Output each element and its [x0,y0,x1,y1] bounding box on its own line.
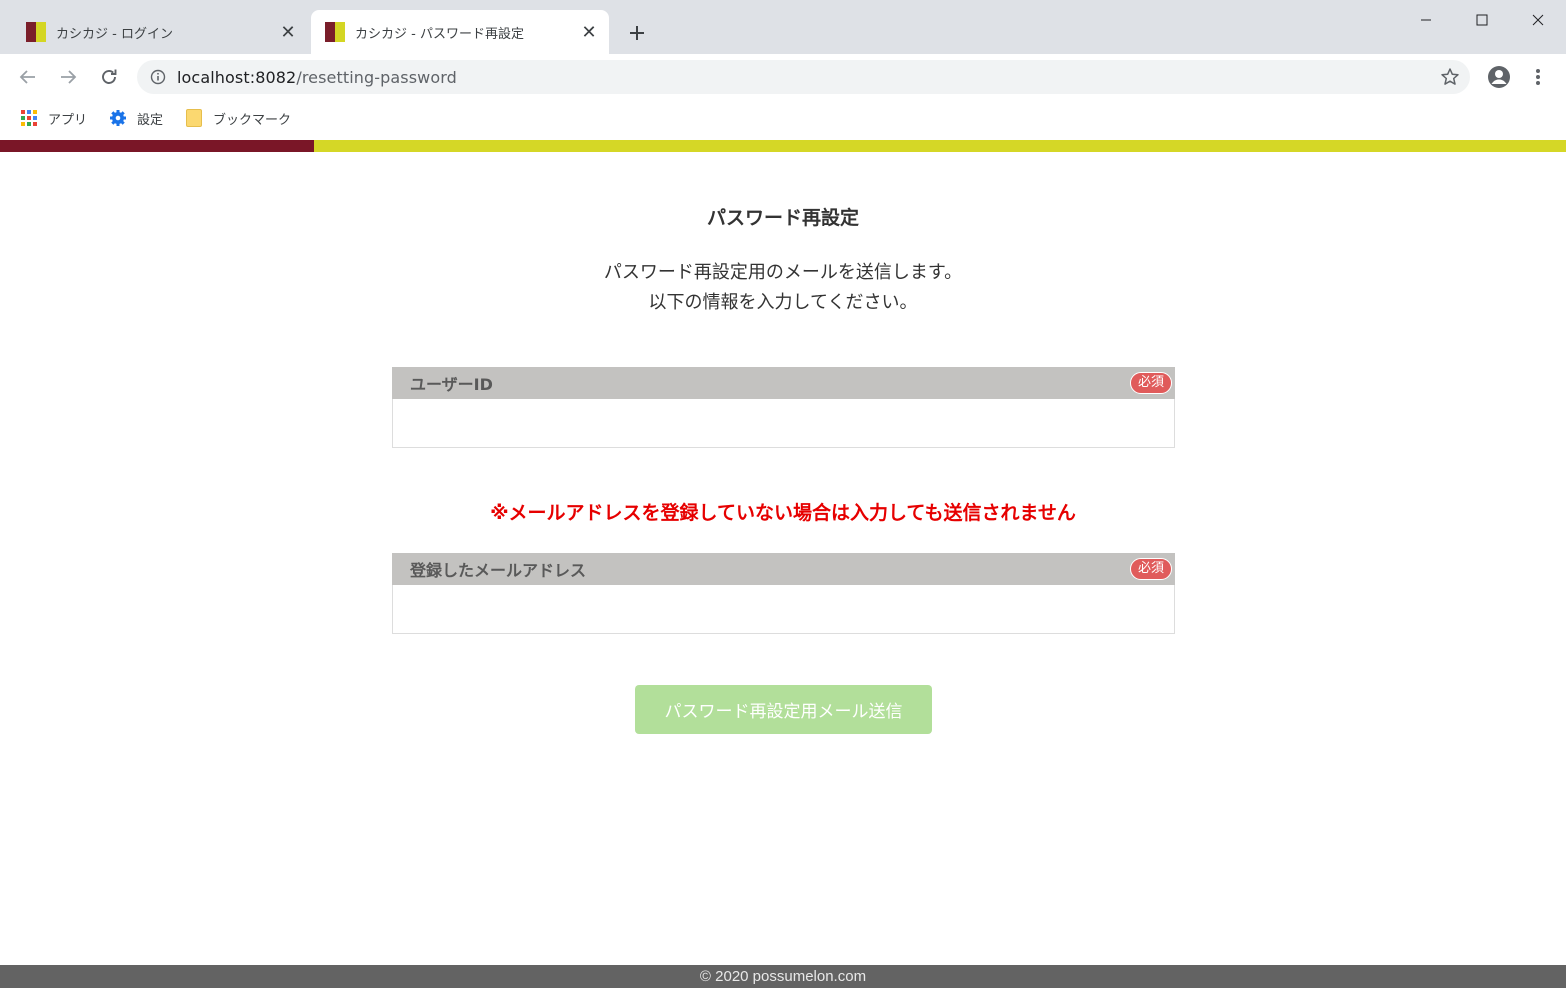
folder-icon [185,109,203,127]
user-id-input[interactable] [392,399,1175,448]
browser-tab-strip: カシカジ - ログイン ✕ カシカジ - パスワード再設定 ✕ [0,0,1566,54]
user-id-label: ユーザーID [410,375,493,394]
bookmark-label: アプリ [48,112,88,128]
window-maximize-icon[interactable] [1454,0,1510,40]
forward-arrow-icon[interactable] [53,62,83,92]
site-favicon-icon [26,22,46,42]
bookmark-settings[interactable]: 設定 [109,109,163,128]
reload-icon[interactable] [94,62,124,92]
apps-icon [20,109,38,127]
bookmark-star-icon[interactable] [1440,67,1460,87]
tab-login[interactable]: カシカジ - ログイン ✕ [12,10,308,54]
tab-resetting-password[interactable]: カシカジ - パスワード再設定 ✕ [311,10,609,54]
user-id-field-group: ユーザーID 必須 [392,367,1175,448]
account-icon[interactable] [1486,64,1512,90]
user-id-field-header: ユーザーID 必須 [392,367,1175,399]
bookmark-folder[interactable]: ブックマーク [185,109,291,128]
close-icon[interactable]: ✕ [577,20,601,44]
bookmark-apps[interactable]: アプリ [20,109,87,128]
address-bar[interactable]: localhost:8082/resetting-password [137,60,1470,94]
site-favicon-icon [325,22,345,42]
browser-toolbar: localhost:8082/resetting-password [0,54,1566,100]
page-description: パスワード再設定用のメールを送信します。 以下の情報を入力してください。 [0,258,1566,318]
info-icon[interactable] [149,68,167,86]
bookmarks-bar: アプリ 設定 ブックマーク [0,100,1566,136]
tab-title: カシカジ - パスワード再設定 [355,26,524,42]
brand-color-bar [0,140,1566,152]
email-label: 登録したメールアドレス [410,561,587,580]
email-field-header: 登録したメールアドレス 必須 [392,553,1175,585]
window-close-icon[interactable] [1510,0,1566,40]
email-field-group: 登録したメールアドレス 必須 [392,553,1175,634]
window-minimize-icon[interactable] [1398,0,1454,40]
email-input[interactable] [392,585,1175,634]
kebab-menu-icon[interactable] [1528,66,1548,88]
bookmark-label: ブックマーク [213,112,292,128]
required-badge: 必須 [1129,372,1172,394]
new-tab-plus-icon[interactable] [624,20,650,46]
bookmark-label: 設定 [137,112,164,128]
back-arrow-icon[interactable] [13,62,43,92]
close-icon[interactable]: ✕ [276,20,300,44]
url-text: localhost:8082/resetting-password [177,67,457,87]
email-warning-message: ※メールアドレスを登録していない場合は入力しても送信されません [490,502,1076,524]
tab-title: カシカジ - ログイン [56,26,173,42]
gear-icon [109,109,127,127]
footer-copyright: © 2020 possumelon.com [0,965,1566,988]
page-title: パスワード再設定 [706,207,859,229]
send-reset-mail-button[interactable]: パスワード再設定用メール送信 [635,685,932,734]
description-line-1: パスワード再設定用のメールを送信します。 [603,262,963,283]
description-line-2: 以下の情報を入力してください。 [648,292,918,313]
required-badge: 必須 [1129,558,1172,580]
